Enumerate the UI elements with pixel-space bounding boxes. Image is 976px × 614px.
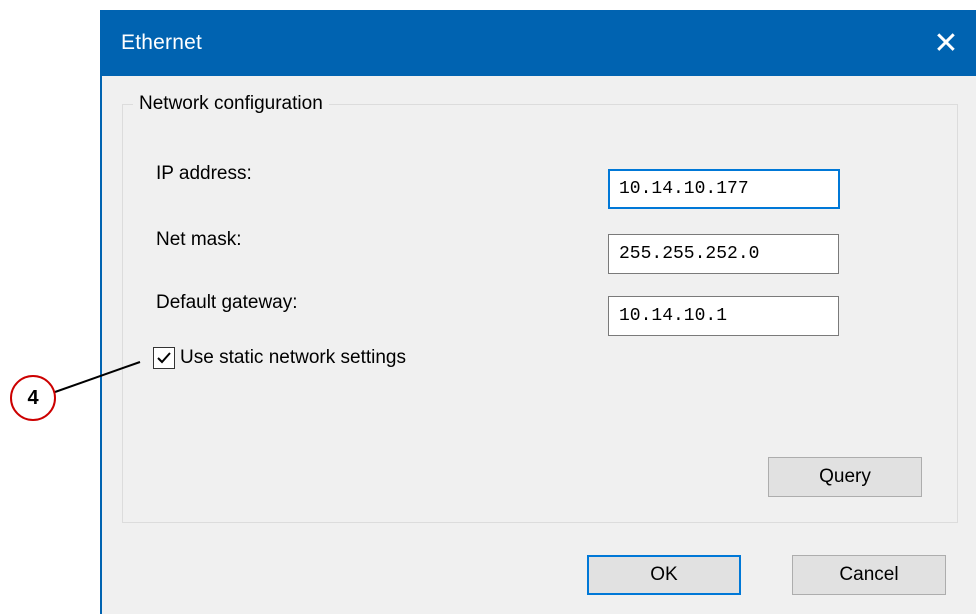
callout-leader-line xyxy=(54,361,141,393)
callout-number-badge: 4 xyxy=(10,375,56,421)
